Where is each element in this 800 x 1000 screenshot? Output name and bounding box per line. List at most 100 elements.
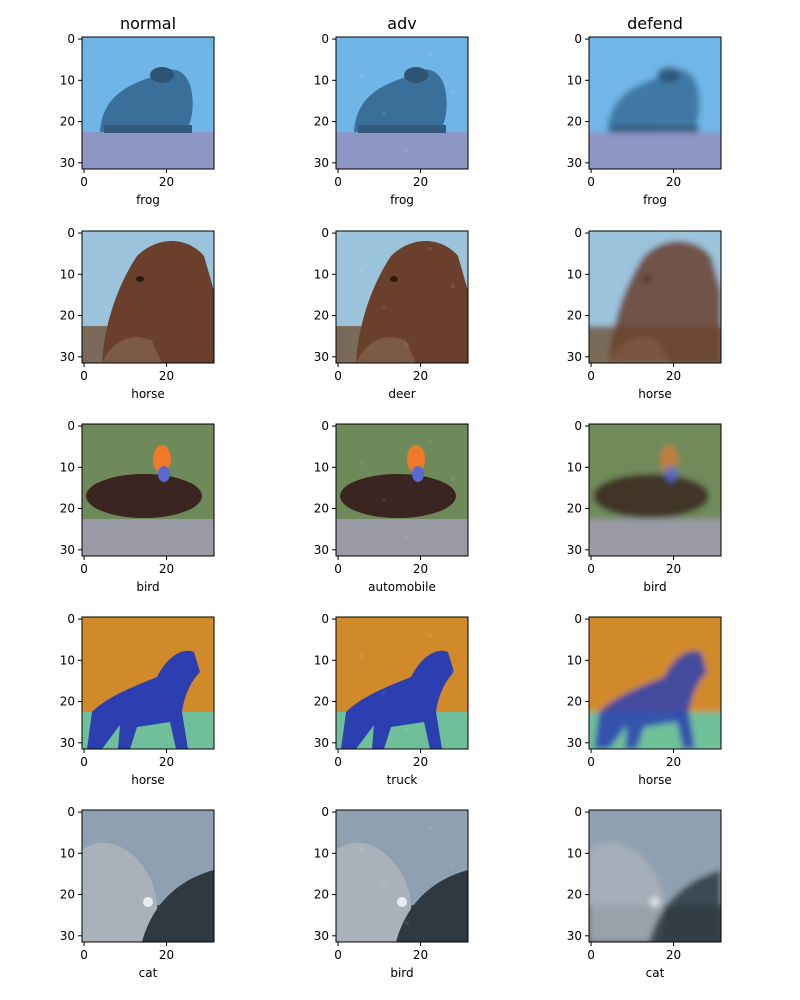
panel-image	[82, 424, 214, 556]
y-tick-label: 0	[574, 805, 582, 819]
y-tick-label: 20	[567, 502, 582, 516]
y-tick-label: 20	[567, 888, 582, 902]
y-tick-label: 0	[67, 805, 75, 819]
prediction-label: frog	[136, 193, 160, 207]
panel-image	[589, 37, 721, 169]
y-tick-label: 10	[60, 846, 75, 860]
y-tick-label: 0	[321, 419, 329, 433]
y-tick-label: 20	[60, 695, 75, 709]
y-tick-label: 20	[314, 695, 329, 709]
panel-image	[82, 617, 214, 749]
y-tick-label: 0	[67, 612, 75, 626]
prediction-label: horse	[131, 387, 165, 401]
prediction-label: deer	[388, 387, 415, 401]
panel-image	[589, 231, 721, 363]
y-tick-label: 20	[314, 502, 329, 516]
x-tick-label: 20	[666, 562, 681, 576]
x-tick-label: 20	[159, 369, 174, 383]
x-tick-label: 0	[587, 562, 595, 576]
x-tick-label: 20	[666, 755, 681, 769]
y-tick-label: 10	[60, 653, 75, 667]
prediction-label: frog	[390, 193, 414, 207]
y-tick-label: 10	[314, 653, 329, 667]
prediction-label: cat	[139, 966, 158, 980]
panel-r1-adv: 0 20 0 10 20 30 frog	[314, 32, 469, 207]
y-tick-label: 10	[60, 73, 75, 87]
x-tick-label: 20	[413, 755, 428, 769]
y-tick-label: 20	[60, 888, 75, 902]
x-tick-label: 0	[80, 369, 88, 383]
x-tick-label: 0	[587, 755, 595, 769]
y-tick-label: 0	[321, 226, 329, 240]
panel-r5-normal: 0 20 0 10 20 30 cat	[60, 805, 215, 980]
panel-r3-defend: 0 20 0 10 20 30 bird	[567, 419, 722, 594]
y-tick-label: 0	[67, 32, 75, 46]
y-tick-label: 30	[314, 156, 329, 170]
y-tick-label: 20	[567, 695, 582, 709]
y-tick-label: 0	[321, 32, 329, 46]
x-tick-label: 20	[413, 562, 428, 576]
y-tick-label: 10	[567, 846, 582, 860]
y-tick-label: 30	[60, 736, 75, 750]
panel-r5-adv: 0 20 0 10 20 30 bird	[314, 805, 469, 980]
y-tick-label: 10	[567, 460, 582, 474]
y-tick-label: 30	[314, 929, 329, 943]
x-tick-label: 0	[334, 948, 342, 962]
y-tick-label: 20	[314, 888, 329, 902]
panel-r2-defend: 0 20 0 10 20 30 horse	[567, 226, 722, 401]
panel-r4-defend: 0 20 0 10 20 30 horse	[567, 612, 722, 787]
x-tick-label: 0	[80, 175, 88, 189]
panel-image	[82, 810, 214, 942]
y-tick-label: 0	[67, 419, 75, 433]
x-tick-label: 20	[159, 562, 174, 576]
y-tick-label: 10	[314, 846, 329, 860]
y-tick-label: 30	[60, 156, 75, 170]
panel-image	[336, 424, 468, 556]
y-tick-label: 20	[314, 309, 329, 323]
y-tick-label: 0	[574, 612, 582, 626]
y-tick-label: 30	[60, 543, 75, 557]
y-tick-label: 0	[67, 226, 75, 240]
panel-r4-normal: 0 20 0 10 20 30 horse	[60, 612, 215, 787]
y-tick-label: 20	[60, 502, 75, 516]
panel-r1-normal: 0 20 0 10 20 30 frog	[60, 32, 215, 207]
x-tick-label: 0	[587, 369, 595, 383]
panel-image	[82, 37, 214, 169]
prediction-label: horse	[638, 773, 672, 787]
panel-r2-adv: 0 20 0 10 20 30 deer	[314, 226, 469, 401]
y-tick-label: 0	[574, 226, 582, 240]
x-tick-label: 20	[159, 175, 174, 189]
y-tick-label: 30	[567, 350, 582, 364]
panel-r1-defend: 0 20 0 10 20 30 frog	[567, 32, 722, 207]
panel-image	[82, 231, 214, 363]
x-tick-label: 20	[159, 948, 174, 962]
x-tick-label: 0	[80, 755, 88, 769]
x-tick-label: 20	[666, 175, 681, 189]
y-tick-label: 30	[567, 736, 582, 750]
prediction-label: bird	[136, 580, 159, 594]
y-tick-label: 10	[567, 73, 582, 87]
image-grid-figure: normal adv defend 0 20 0 10 20 30 frog 0 20 0 10 20 30…	[60, 14, 722, 980]
y-tick-label: 10	[314, 460, 329, 474]
x-tick-label: 20	[666, 369, 681, 383]
y-tick-label: 30	[567, 156, 582, 170]
prediction-label: bird	[390, 966, 413, 980]
x-tick-label: 0	[334, 175, 342, 189]
x-tick-label: 20	[413, 175, 428, 189]
y-tick-label: 30	[567, 543, 582, 557]
x-tick-label: 0	[80, 948, 88, 962]
x-tick-label: 20	[413, 948, 428, 962]
column-title-defend: defend	[627, 14, 683, 33]
y-tick-label: 30	[314, 350, 329, 364]
x-tick-label: 0	[80, 562, 88, 576]
y-tick-label: 30	[314, 736, 329, 750]
y-tick-label: 20	[314, 115, 329, 129]
panel-image	[589, 617, 721, 749]
panel-r3-adv: 0 20 0 10 20 30 automobile	[314, 419, 469, 594]
x-tick-label: 20	[666, 948, 681, 962]
panel-image	[336, 37, 468, 169]
panel-image	[589, 424, 721, 556]
y-tick-label: 30	[567, 929, 582, 943]
y-tick-label: 10	[314, 267, 329, 281]
y-tick-label: 10	[60, 267, 75, 281]
